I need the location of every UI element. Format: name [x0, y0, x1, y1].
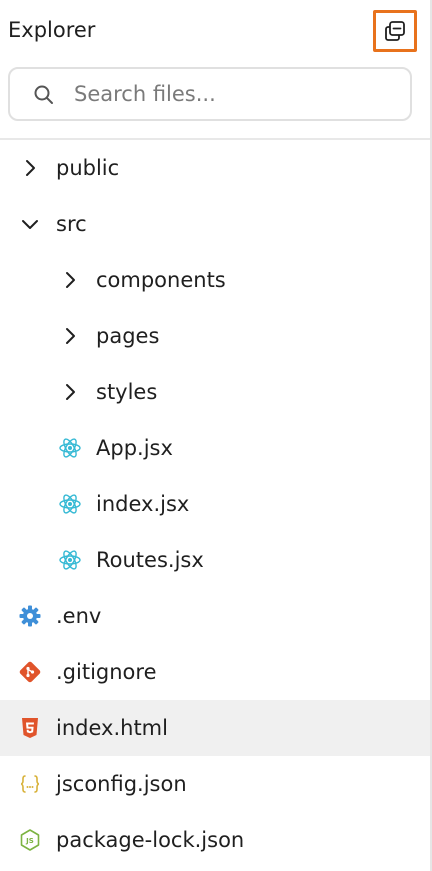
- tree-item-label: index.html: [56, 716, 168, 740]
- tree-item-components[interactable]: components: [0, 252, 430, 308]
- gear-icon: [19, 605, 41, 627]
- tree-item-styles[interactable]: styles: [0, 364, 430, 420]
- json-icon: [20, 775, 40, 793]
- search-box[interactable]: [8, 67, 412, 121]
- react-icon: [59, 438, 81, 458]
- tree-item-label: App.jsx: [96, 436, 173, 460]
- tree-item-src[interactable]: src: [0, 196, 430, 252]
- chevron-right-icon: [66, 384, 75, 400]
- chevron-right-icon: [66, 328, 75, 344]
- tree-item-public[interactable]: public: [0, 140, 430, 196]
- tree-item-label: components: [96, 268, 226, 292]
- tree-item-label: Routes.jsx: [96, 548, 204, 572]
- html5-icon: [22, 718, 38, 738]
- tree-item-pages[interactable]: pages: [0, 308, 430, 364]
- tree-item-env[interactable]: .env: [0, 588, 430, 644]
- tree-item-label: .env: [56, 604, 102, 628]
- react-icon: [59, 550, 81, 570]
- svg-text:JS: JS: [25, 837, 34, 845]
- explorer-panel: Explorer public: [0, 0, 432, 871]
- file-tree: public src components pages styles App.j…: [0, 140, 430, 868]
- nodejs-icon: JS: [20, 829, 40, 851]
- tree-item-label: .gitignore: [56, 660, 157, 684]
- tree-item-jsconfig-json[interactable]: jsconfig.json: [0, 756, 430, 812]
- git-icon: [19, 661, 41, 683]
- tree-item-index-jsx[interactable]: index.jsx: [0, 476, 430, 532]
- tree-item-app-jsx[interactable]: App.jsx: [0, 420, 430, 476]
- tree-item-label: src: [56, 212, 87, 236]
- tree-item-routes-jsx[interactable]: Routes.jsx: [0, 532, 430, 588]
- chevron-right-icon: [26, 160, 35, 176]
- chevron-right-icon: [66, 272, 75, 288]
- tree-item-index-html[interactable]: index.html: [0, 700, 430, 756]
- explorer-header: Explorer: [0, 0, 430, 60]
- explorer-title: Explorer: [8, 18, 96, 42]
- tree-item-package-lock-json[interactable]: JS package-lock.json: [0, 812, 430, 868]
- collapse-all-icon: [385, 21, 405, 41]
- collapse-all-button[interactable]: [373, 10, 417, 52]
- search-icon: [34, 85, 53, 104]
- search-input[interactable]: [74, 77, 394, 111]
- tree-item-gitignore[interactable]: .gitignore: [0, 644, 430, 700]
- tree-item-label: public: [56, 156, 120, 180]
- tree-item-label: styles: [96, 380, 158, 404]
- tree-item-label: pages: [96, 324, 160, 348]
- chevron-down-icon: [22, 220, 38, 229]
- tree-item-label: jsconfig.json: [56, 772, 187, 796]
- tree-item-label: index.jsx: [96, 492, 190, 516]
- react-icon: [59, 494, 81, 514]
- tree-item-label: package-lock.json: [56, 828, 245, 852]
